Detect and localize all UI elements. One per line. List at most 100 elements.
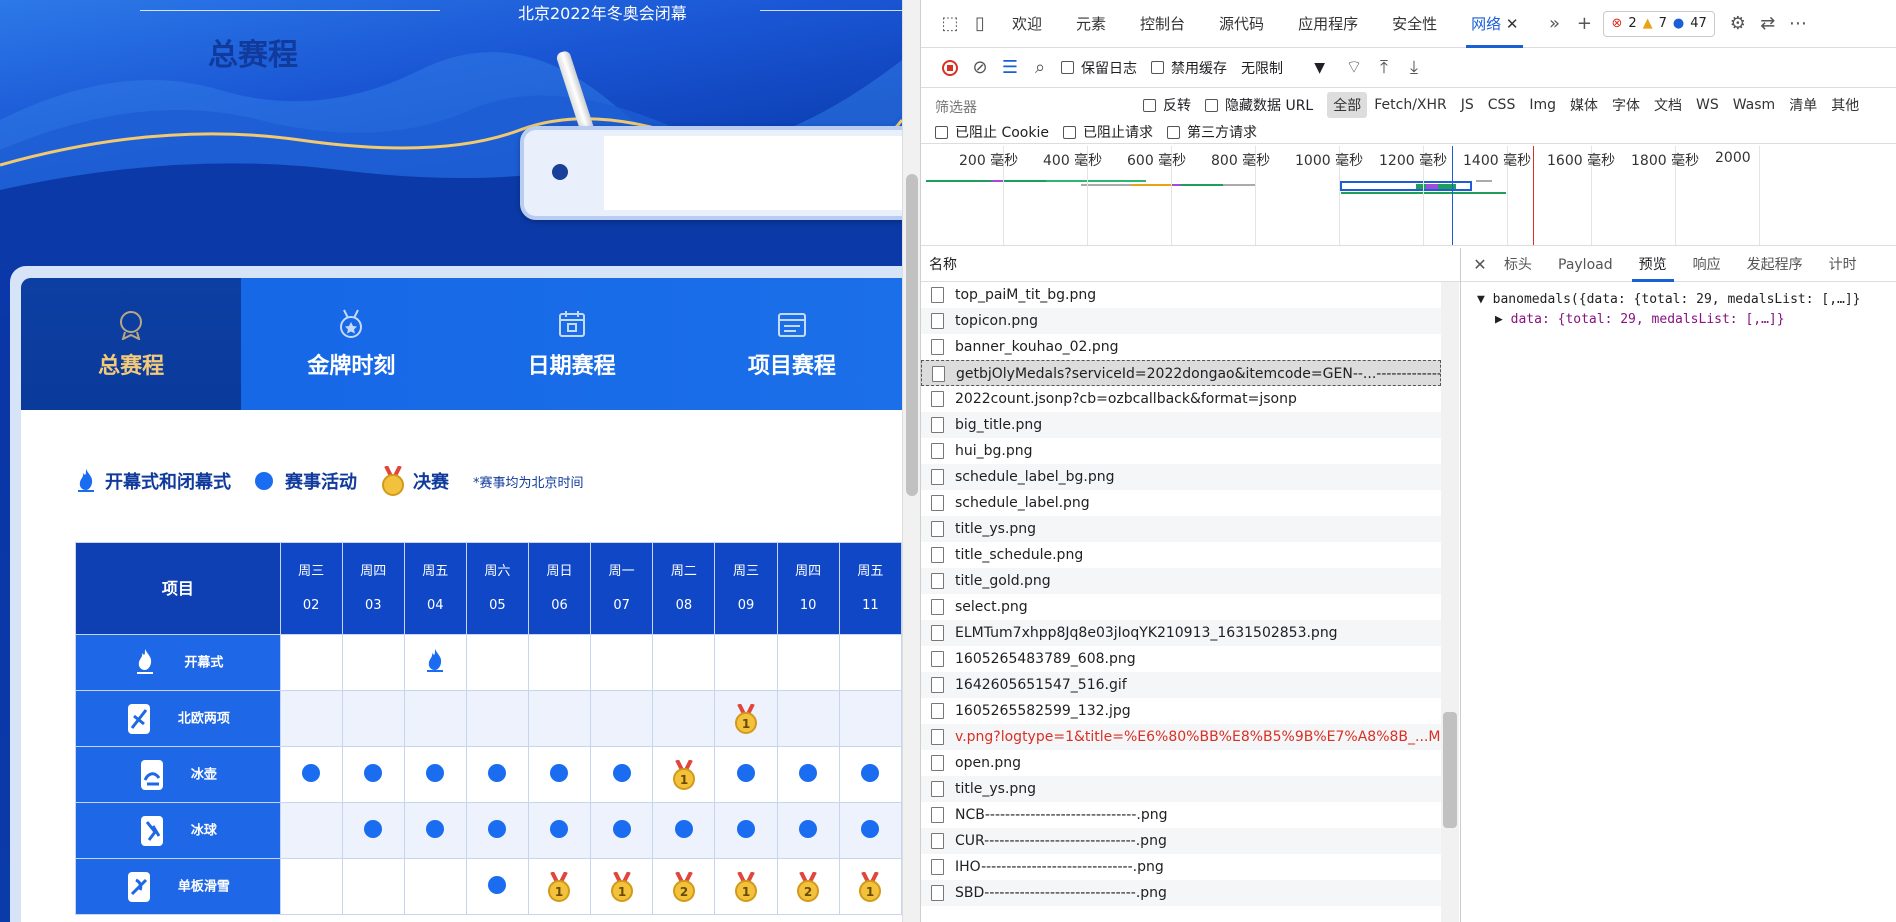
detail-tab[interactable]: 计时 [1816, 248, 1870, 282]
request-row[interactable]: hui_bg.png [921, 438, 1441, 464]
request-row[interactable]: NCB------------------------------.png [921, 802, 1441, 828]
close-tab-icon[interactable]: ✕ [1501, 15, 1519, 33]
request-row[interactable]: topicon.png [921, 308, 1441, 334]
request-row[interactable]: CUR------------------------------.png [921, 828, 1441, 854]
filter-type-button[interactable]: Fetch/XHR [1367, 97, 1454, 113]
detail-tab[interactable]: 标头 [1491, 248, 1545, 282]
request-row[interactable]: 1642605651547_516.gif [921, 672, 1441, 698]
record-stop-icon[interactable] [935, 53, 965, 83]
tab-gold-moments[interactable]: 金牌时刻 [241, 278, 461, 410]
request-row[interactable]: SBD------------------------------.png [921, 880, 1441, 906]
invert-checkbox[interactable]: 反转 [1143, 95, 1191, 115]
devtools-tab[interactable]: 应用程序 [1281, 0, 1375, 48]
request-row[interactable]: big_title.png [921, 412, 1441, 438]
network-overview-timeline[interactable]: 200 毫秒 400 毫秒 600 毫秒 800 毫秒 1000 毫秒 1200 毫秒 14… [921, 146, 1896, 246]
request-row[interactable]: IHO------------------------------.png [921, 854, 1441, 880]
hide-data-urls-checkbox[interactable]: 隐藏数据 URL [1205, 95, 1313, 115]
close-icon[interactable]: ✕ [1469, 250, 1491, 280]
request-row[interactable]: 1605265582599_132.jpg [921, 698, 1441, 724]
filter-type-button[interactable]: 其他 [1824, 95, 1866, 115]
issues-badge[interactable]: ⊗ 2 ▲ 7 ● 47 [1603, 10, 1715, 37]
sport-cell[interactable]: 单板滑雪 [75, 858, 281, 915]
blocked-requests-checkbox[interactable]: 已阻止请求 [1062, 122, 1153, 142]
add-tab-icon[interactable]: + [1569, 9, 1599, 39]
request-row[interactable]: banner_kouhao_02.png [921, 334, 1441, 360]
devtools-tab[interactable]: 源代码 [1202, 0, 1281, 48]
detail-tab[interactable]: 响应 [1680, 248, 1734, 282]
sport-cell[interactable]: 冰壶 [75, 746, 281, 803]
request-row[interactable]: title_gold.png [921, 568, 1441, 594]
detail-tab[interactable]: Payload [1545, 248, 1626, 282]
filter-type-button[interactable]: Img [1522, 97, 1563, 113]
filter-type-button[interactable]: JS [1454, 97, 1481, 113]
request-row[interactable]: 2022count.jsonp?cb=ozbcallback&format=js… [921, 386, 1441, 412]
request-row[interactable]: schedule_label.png [921, 490, 1441, 516]
third-party-checkbox[interactable]: 第三方请求 [1166, 122, 1257, 142]
file-icon [931, 859, 944, 875]
devtools-tab[interactable]: 元素 [1059, 0, 1123, 48]
detail-tab[interactable]: 发起程序 [1734, 248, 1816, 282]
request-row[interactable]: schedule_label_bg.png [921, 464, 1441, 490]
name-column-header[interactable]: 名称 [921, 248, 1460, 282]
blocked-cookies-checkbox[interactable]: 已阻止 Cookie [935, 122, 1049, 142]
detail-tab[interactable]: 预览 [1626, 248, 1680, 282]
throttling-select[interactable]: 无限制 ▼ [1241, 58, 1325, 78]
filter-icon[interactable]: ☰ [995, 53, 1025, 83]
inspect-element-icon[interactable]: ⬚ [935, 9, 965, 39]
page-scrollbar[interactable] [902, 0, 920, 922]
filter-type-button[interactable]: Wasm [1726, 97, 1782, 113]
request-row[interactable]: ELMTum7xhpp8Jq8e03jIoqYK210913_163150285… [921, 620, 1441, 646]
import-har-icon[interactable]: ⤒ [1369, 53, 1399, 83]
filter-type-button[interactable]: 文档 [1647, 95, 1689, 115]
export-har-icon[interactable]: ⤓ [1399, 53, 1429, 83]
tab-sport-schedule[interactable]: 项目赛程 [682, 278, 902, 410]
filter-type-button[interactable]: 全部 [1327, 92, 1368, 118]
search-icon[interactable]: ⌕ [1025, 53, 1055, 83]
filter-type-button[interactable]: CSS [1481, 97, 1523, 113]
request-row[interactable]: select.png [921, 594, 1441, 620]
weekday-label: 周三 [733, 563, 760, 579]
preserve-log-checkbox[interactable]: 保留日志 [1061, 58, 1137, 78]
more-options-icon[interactable]: ⋯ [1783, 9, 1813, 39]
page-scrollbar-thumb[interactable] [906, 174, 918, 496]
devtools-tab[interactable]: 安全性 [1375, 0, 1454, 48]
request-row[interactable]: 1605265483789_608.png [921, 646, 1441, 672]
table-row: 冰壶 1 [75, 746, 902, 803]
request-list-scrollbar-thumb[interactable] [1443, 712, 1457, 828]
request-row[interactable]: open.png [921, 750, 1441, 776]
devtools-tab[interactable]: 网络 ✕ [1454, 0, 1535, 48]
screen: 北京2022年冬奥会闭幕 总赛程 总赛程 金牌时刻 日期赛程 项目赛程 开幕式和… [0, 0, 1896, 922]
filter-type-button[interactable]: 字体 [1605, 95, 1647, 115]
request-row[interactable]: title_ys.png [921, 516, 1441, 542]
sport-cell[interactable]: 开幕式 [75, 634, 281, 691]
medal-count: 2 [804, 885, 812, 899]
schedule-cell [465, 858, 529, 915]
filter-type-button[interactable]: 媒体 [1563, 95, 1605, 115]
disable-cache-checkbox[interactable]: 禁用缓存 [1151, 58, 1227, 78]
filter-type-button[interactable]: 清单 [1782, 95, 1824, 115]
preview-data-line[interactable]: ▶ data: {total: 29, medalsList: [,…]} [1477, 310, 1896, 330]
settings-gear-icon[interactable]: ⚙ [1723, 9, 1753, 39]
devtools-tab[interactable]: 控制台 [1123, 0, 1202, 48]
request-row[interactable]: top_paiM_tit_bg.png [921, 282, 1441, 308]
network-conditions-icon[interactable]: ⌔ [1339, 53, 1369, 83]
request-row[interactable]: title_schedule.png [921, 542, 1441, 568]
error-count: 2 [1628, 16, 1637, 31]
request-row[interactable]: v.png?logtype=1&title=%E6%80%BB%E8%B5%9B… [921, 724, 1441, 750]
device-toolbar-icon[interactable]: ▯ [965, 9, 995, 39]
tab-overall-schedule[interactable]: 总赛程 [21, 278, 242, 410]
customize-icon[interactable]: ⇄ [1753, 9, 1783, 39]
preview-root-line[interactable]: ▼ banomedals({data: {total: 29, medalsLi… [1477, 290, 1896, 310]
tab-date-schedule[interactable]: 日期赛程 [462, 278, 682, 410]
request-row[interactable]: getbjOlyMedals?serviceId=2022dongao&item… [921, 360, 1441, 386]
filter-type-button[interactable]: WS [1689, 97, 1726, 113]
filter-input[interactable] [933, 94, 1143, 120]
more-tabs-icon[interactable]: » [1539, 9, 1569, 39]
clear-icon[interactable]: ⊘ [965, 53, 995, 83]
sport-cell[interactable]: 北欧两项 [75, 690, 281, 747]
request-list-scrollbar[interactable] [1441, 282, 1459, 922]
devtools-tab[interactable]: 欢迎 [995, 0, 1059, 48]
file-icon [931, 651, 944, 667]
sport-cell[interactable]: 冰球 [75, 802, 281, 859]
request-row[interactable]: title_ys.png [921, 776, 1441, 802]
